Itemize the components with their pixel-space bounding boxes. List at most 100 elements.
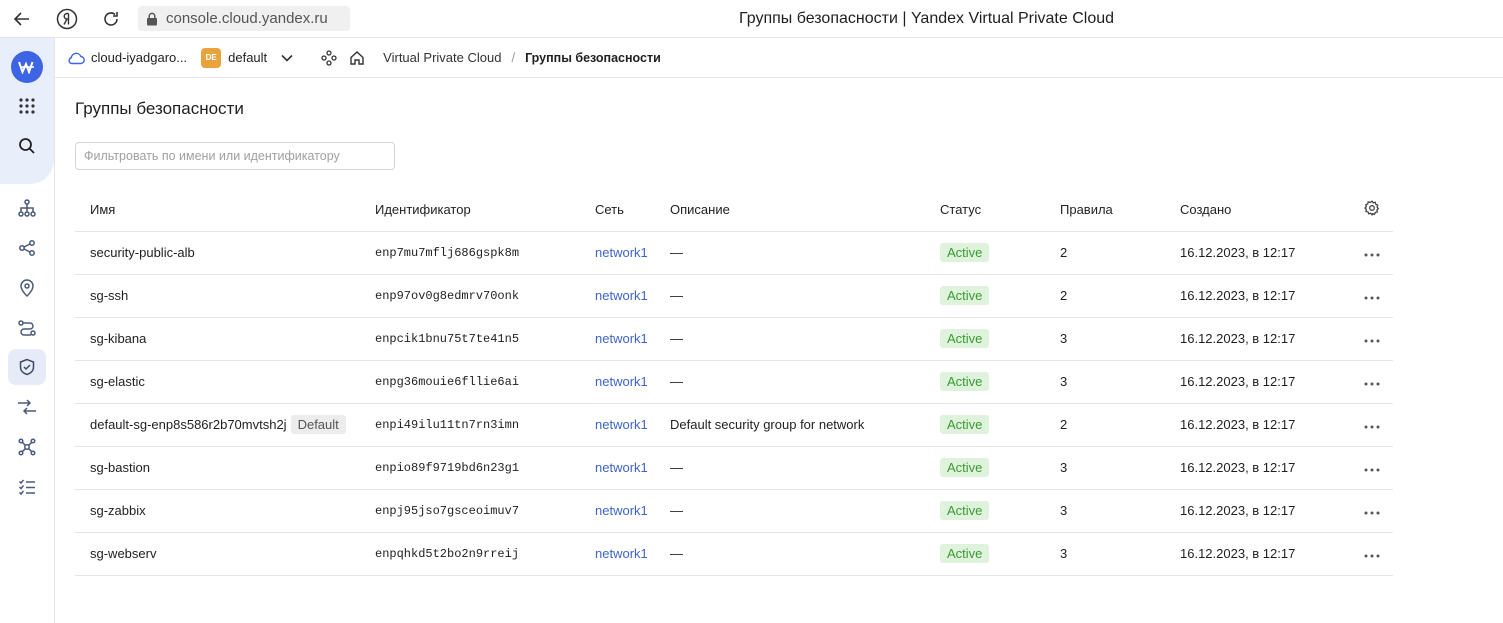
row-name[interactable]: sg-elastic: [90, 374, 145, 389]
cloud-icon: [68, 52, 85, 64]
row-actions-button[interactable]: [1364, 545, 1380, 562]
filter-input[interactable]: [75, 142, 395, 170]
row-rules: 2: [1060, 288, 1068, 303]
search-button[interactable]: [8, 128, 46, 164]
table-row[interactable]: sg-elastic enpg36mouie6fllie6ai network1…: [75, 360, 1393, 404]
row-description: —: [670, 503, 683, 518]
back-button[interactable]: [10, 7, 34, 31]
yandex-button[interactable]: [55, 7, 79, 31]
rail-networks[interactable]: [8, 190, 46, 226]
rail-gateways[interactable]: [8, 389, 46, 425]
breadcrumb: cloud-iyadgaro... DE default Virtual Pri…: [55, 38, 1503, 78]
folder-badge: DE: [201, 47, 222, 68]
column-header-name[interactable]: Имя: [75, 188, 375, 232]
table-row[interactable]: sg-zabbix enpj95jso7gsceoimuv7 network1 …: [75, 489, 1393, 533]
apps-grid-button[interactable]: [8, 88, 46, 124]
status-badge: Active: [940, 458, 990, 477]
row-description: —: [670, 374, 683, 389]
rail-addresses[interactable]: [8, 270, 46, 306]
more-horizontal-icon: [1364, 511, 1379, 514]
row-description: —: [670, 331, 683, 346]
row-created: 16.12.2023, в 12:17: [1180, 460, 1296, 475]
row-actions-button[interactable]: [1364, 373, 1380, 390]
rail-share[interactable]: [8, 230, 46, 266]
column-header-id[interactable]: Идентификатор: [375, 188, 595, 232]
gear-icon: [1363, 200, 1379, 216]
breadcrumb-separator: /: [511, 50, 516, 65]
network-link[interactable]: network1: [595, 374, 648, 389]
column-header-network[interactable]: Сеть: [595, 188, 670, 232]
row-created: 16.12.2023, в 12:17: [1180, 245, 1296, 260]
row-name[interactable]: sg-zabbix: [90, 503, 146, 518]
row-description: —: [670, 245, 683, 260]
table-row[interactable]: sg-ssh enp97ov0g8edmrv70onk network1 — A…: [75, 274, 1393, 318]
browser-toolbar: console.cloud.yandex.ru Группы безопасно…: [0, 0, 1503, 38]
network-link[interactable]: network1: [595, 546, 648, 561]
route-icon: [18, 320, 36, 336]
row-name[interactable]: sg-webserv: [90, 546, 156, 561]
row-created: 16.12.2023, в 12:17: [1180, 503, 1296, 518]
more-horizontal-icon: [1364, 468, 1379, 471]
row-name[interactable]: sg-ssh: [90, 288, 128, 303]
table-settings-button[interactable]: [1350, 188, 1393, 232]
row-name[interactable]: sg-kibana: [90, 331, 146, 346]
folder-selector[interactable]: DE default: [201, 47, 293, 68]
row-actions-button[interactable]: [1364, 502, 1380, 519]
rail-hub[interactable]: [8, 429, 46, 465]
services-button[interactable]: [321, 49, 337, 66]
network-link[interactable]: network1: [595, 503, 648, 518]
row-actions-button[interactable]: [1364, 244, 1380, 261]
status-badge: Active: [940, 329, 990, 348]
rail-operations[interactable]: [8, 469, 46, 505]
row-rules: 3: [1060, 503, 1068, 518]
more-horizontal-icon: [1364, 253, 1379, 256]
browser-page-title: Группы безопасности | Yandex Virtual Pri…: [738, 10, 1115, 27]
reload-icon: [104, 12, 118, 26]
table-row[interactable]: default-sg-enp8s586r2b70mvtsh2j Default e…: [75, 403, 1393, 447]
row-id: enpj95jso7gsceoimuv7: [375, 503, 520, 518]
table-row[interactable]: sg-bastion enpio89f9719bd6n23g1 network1…: [75, 446, 1393, 490]
more-horizontal-icon: [1364, 425, 1379, 428]
table-row[interactable]: sg-kibana enpcik1bnu75t7te41n5 network1 …: [75, 317, 1393, 361]
network-icon: [18, 199, 36, 217]
network-link[interactable]: network1: [595, 331, 648, 346]
row-rules: 3: [1060, 546, 1068, 561]
left-rail: [0, 38, 55, 623]
column-header-created[interactable]: Создано: [1180, 188, 1350, 232]
breadcrumb-service[interactable]: Virtual Private Cloud: [383, 50, 501, 65]
network-link[interactable]: network1: [595, 245, 648, 260]
rail-security-groups[interactable]: [8, 349, 46, 385]
column-header-description[interactable]: Описание: [670, 188, 940, 232]
row-actions-button[interactable]: [1364, 287, 1380, 304]
status-badge: Active: [940, 544, 990, 563]
table-row[interactable]: security-public-alb enp7mu7mflj686gspk8m…: [75, 231, 1393, 275]
row-created: 16.12.2023, в 12:17: [1180, 288, 1296, 303]
row-actions-button[interactable]: [1364, 459, 1380, 476]
row-name[interactable]: sg-bastion: [90, 460, 150, 475]
cloud-selector[interactable]: cloud-iyadgaro...: [67, 50, 187, 65]
table-row[interactable]: sg-webserv enpqhkd5t2bo2n9rreij network1…: [75, 532, 1393, 576]
cloud-logo-button[interactable]: [8, 49, 46, 85]
row-name[interactable]: default-sg-enp8s586r2b70mvtsh2j: [90, 417, 287, 432]
network-link[interactable]: network1: [595, 288, 648, 303]
status-badge: Active: [940, 286, 990, 305]
reload-button[interactable]: [99, 7, 123, 31]
address-bar[interactable]: console.cloud.yandex.ru: [138, 6, 350, 31]
status-badge: Active: [940, 243, 990, 262]
row-created: 16.12.2023, в 12:17: [1180, 546, 1296, 561]
rail-routes[interactable]: [8, 310, 46, 346]
more-horizontal-icon: [1364, 296, 1379, 299]
home-button[interactable]: [349, 50, 365, 66]
network-link[interactable]: network1: [595, 417, 648, 432]
network-link[interactable]: network1: [595, 460, 648, 475]
cloud-logo-icon: [11, 51, 43, 83]
row-id: enpio89f9719bd6n23g1: [375, 460, 520, 475]
more-horizontal-icon: [1364, 382, 1379, 385]
row-actions-button[interactable]: [1364, 330, 1380, 347]
row-name[interactable]: security-public-alb: [90, 245, 195, 260]
column-header-rules[interactable]: Правила: [1060, 188, 1180, 232]
arrow-left-icon: [13, 12, 29, 26]
checklist-icon: [18, 479, 35, 496]
column-header-status[interactable]: Статус: [940, 188, 1060, 232]
row-actions-button[interactable]: [1364, 416, 1380, 433]
